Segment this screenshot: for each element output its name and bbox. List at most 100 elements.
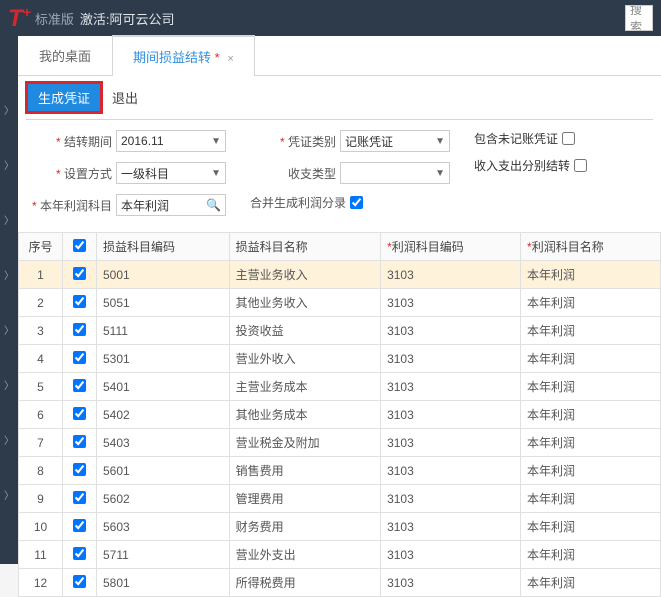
row-checkbox[interactable] (73, 407, 86, 420)
row-loss-code: 5801 (97, 569, 230, 597)
setting-label: * 设置方式 (26, 165, 112, 182)
row-loss-code: 5711 (97, 541, 230, 569)
row-check-cell (63, 569, 97, 597)
row-profit-name: 本年利润 (521, 289, 661, 317)
row-loss-code: 5401 (97, 373, 230, 401)
merge-label: 合并生成利润分录 (250, 194, 346, 211)
col-loss-name: 损益科目名称 (229, 233, 380, 261)
table-row[interactable]: 65402其他业务成本3103本年利润 (19, 401, 661, 429)
row-profit-code: 3103 (381, 513, 521, 541)
chevron-down-icon: ▼ (211, 136, 221, 147)
table-row[interactable]: 15001主营业务收入3103本年利润 (19, 261, 661, 289)
toolbar: 生成凭证 退出 (18, 76, 661, 119)
left-rail: 〉 〉 〉 〉 〉 〉 〉 〉 (0, 36, 18, 564)
company-label: 激活:阿可云公司 (80, 9, 175, 28)
row-checkbox[interactable] (73, 351, 86, 364)
table-row[interactable]: 35111投资收益3103本年利润 (19, 317, 661, 345)
row-checkbox[interactable] (73, 267, 86, 280)
row-profit-code: 3103 (381, 541, 521, 569)
row-loss-code: 5001 (97, 261, 230, 289)
table-row[interactable]: 45301营业外收入3103本年利润 (19, 345, 661, 373)
row-checkbox[interactable] (73, 575, 86, 588)
merge-checkbox[interactable] (350, 196, 363, 209)
exit-button[interactable]: 退出 (102, 84, 148, 111)
table-row[interactable]: 115711营业外支出3103本年利润 (19, 541, 661, 569)
row-checkbox[interactable] (73, 323, 86, 336)
row-checkbox[interactable] (73, 491, 86, 504)
row-loss-code: 5601 (97, 457, 230, 485)
row-loss-code: 5403 (97, 429, 230, 457)
generate-voucher-button[interactable]: 生成凭证 (26, 82, 102, 113)
row-checkbox[interactable] (73, 463, 86, 476)
rail-collapse-icon[interactable]: 〉 (0, 102, 18, 117)
rail-collapse-icon[interactable]: 〉 (0, 432, 18, 447)
row-checkbox[interactable] (73, 379, 86, 392)
row-loss-name: 所得税费用 (229, 569, 380, 597)
inout-combo[interactable]: ▼ (340, 162, 450, 184)
row-loss-name: 营业外支出 (229, 541, 380, 569)
rail-collapse-icon[interactable]: 〉 (0, 377, 18, 392)
row-index: 6 (19, 401, 63, 429)
profit-subject-label: * 本年利润科目 (26, 197, 112, 214)
close-icon[interactable]: × (227, 53, 233, 65)
col-check (63, 233, 97, 261)
row-profit-name: 本年利润 (521, 569, 661, 597)
row-loss-name: 主营业务收入 (229, 261, 380, 289)
row-index: 10 (19, 513, 63, 541)
chevron-down-icon: ▼ (211, 168, 221, 179)
row-profit-name: 本年利润 (521, 401, 661, 429)
chevron-down-icon: ▼ (435, 136, 445, 147)
table-row[interactable]: 75403营业税金及附加3103本年利润 (19, 429, 661, 457)
row-checkbox[interactable] (73, 519, 86, 532)
table-row[interactable]: 85601销售费用3103本年利润 (19, 457, 661, 485)
row-profit-name: 本年利润 (521, 317, 661, 345)
rail-collapse-icon[interactable]: 〉 (0, 322, 18, 337)
rail-collapse-icon[interactable]: 〉 (0, 487, 18, 502)
col-loss-code: 损益科目编码 (97, 233, 230, 261)
split-inout-checkbox[interactable] (574, 159, 587, 172)
table-row[interactable]: 105603财务费用3103本年利润 (19, 513, 661, 541)
row-check-cell (63, 429, 97, 457)
row-loss-name: 其他业务成本 (229, 401, 380, 429)
chevron-down-icon: ▼ (435, 168, 445, 179)
include-unposted-checkbox[interactable] (562, 132, 575, 145)
row-profit-code: 3103 (381, 289, 521, 317)
table-row[interactable]: 125801所得税费用3103本年利润 (19, 569, 661, 597)
row-loss-name: 主营业务成本 (229, 373, 380, 401)
table-row[interactable]: 95602管理费用3103本年利润 (19, 485, 661, 513)
period-combo[interactable]: 2016.11▼ (116, 130, 226, 152)
row-checkbox[interactable] (73, 295, 86, 308)
row-index: 3 (19, 317, 63, 345)
include-unposted-label: 包含未记账凭证 (474, 130, 558, 147)
col-profit-name: *利润科目名称 (521, 233, 661, 261)
profit-subject-lookup[interactable]: 本年利润🔍 (116, 194, 226, 216)
voucher-type-combo[interactable]: 记账凭证▼ (340, 130, 450, 152)
global-search[interactable]: 搜索 (625, 5, 653, 31)
rail-collapse-icon[interactable]: 〉 (0, 267, 18, 282)
row-checkbox[interactable] (73, 547, 86, 560)
table-row[interactable]: 25051其他业务收入3103本年利润 (19, 289, 661, 317)
row-profit-name: 本年利润 (521, 485, 661, 513)
row-check-cell (63, 373, 97, 401)
filters: * 结转期间 2016.11▼ * 设置方式 一级科目▼ * 本年利润科目 本年… (18, 120, 661, 226)
rail-collapse-icon[interactable]: 〉 (0, 157, 18, 172)
tab-desktop[interactable]: 我的桌面 (18, 35, 112, 75)
row-profit-code: 3103 (381, 457, 521, 485)
tab-period-profit-loss[interactable]: 期间损益结转 * × (112, 35, 255, 76)
row-index: 9 (19, 485, 63, 513)
row-profit-name: 本年利润 (521, 429, 661, 457)
setting-combo[interactable]: 一级科目▼ (116, 162, 226, 184)
period-label: * 结转期间 (26, 133, 112, 150)
inout-label: 收支类型 (250, 165, 336, 182)
row-check-cell (63, 345, 97, 373)
row-profit-name: 本年利润 (521, 345, 661, 373)
row-index: 1 (19, 261, 63, 289)
split-inout-label: 收入支出分别结转 (474, 157, 570, 174)
select-all-checkbox[interactable] (73, 239, 86, 252)
rail-collapse-icon[interactable]: 〉 (0, 212, 18, 227)
row-loss-name: 财务费用 (229, 513, 380, 541)
row-loss-name: 销售费用 (229, 457, 380, 485)
table-row[interactable]: 55401主营业务成本3103本年利润 (19, 373, 661, 401)
row-index: 8 (19, 457, 63, 485)
row-checkbox[interactable] (73, 435, 86, 448)
